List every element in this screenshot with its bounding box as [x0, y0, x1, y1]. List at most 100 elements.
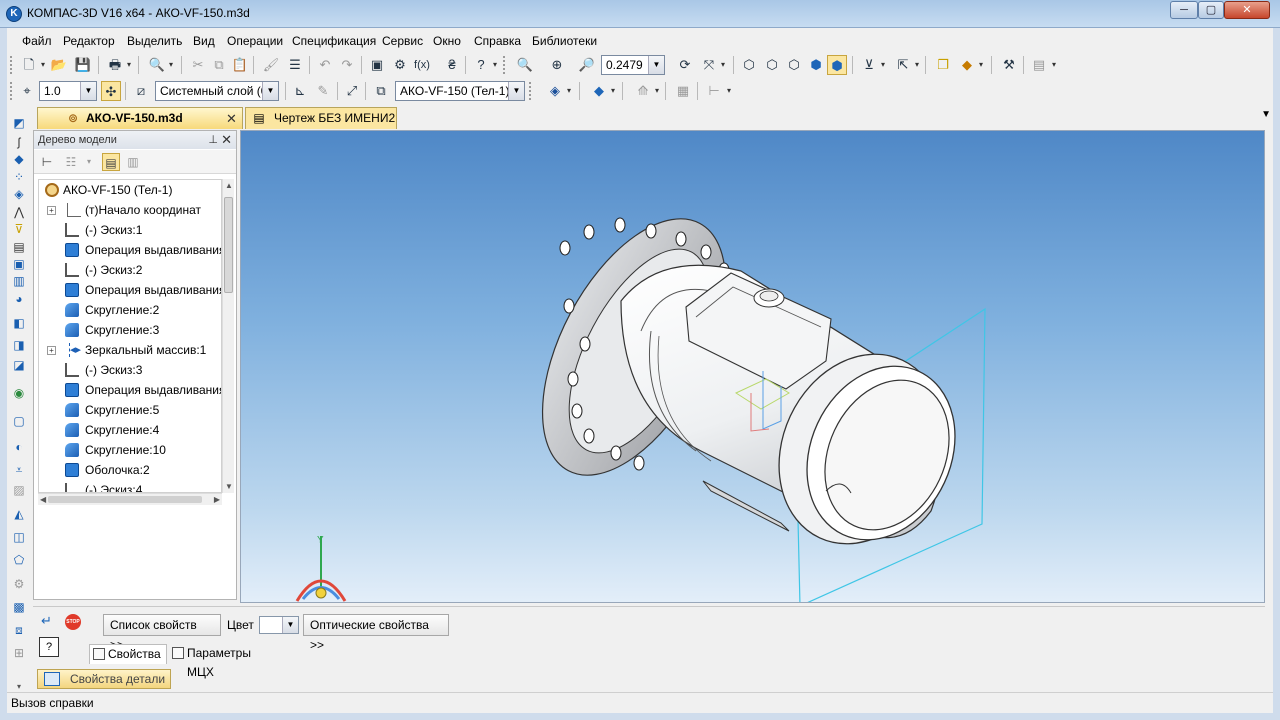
scroll-up-icon[interactable]: ▲: [225, 181, 233, 190]
chevron-down-icon[interactable]: ▼: [648, 56, 664, 74]
tree-horizontal-scrollbar[interactable]: ◀ ▶: [38, 493, 222, 505]
menu-view[interactable]: Вид: [193, 34, 215, 48]
properties-list-icon[interactable]: ☰: [285, 55, 305, 75]
snap-icon[interactable]: ✣: [101, 81, 121, 101]
expand-icon[interactable]: +: [47, 206, 56, 215]
rib-icon[interactable]: ⬠: [10, 551, 28, 569]
layer-icon[interactable]: ⧄: [131, 81, 151, 101]
tree-view-icon[interactable]: ☷: [62, 153, 80, 171]
chevron-down-icon[interactable]: ▾: [491, 55, 499, 75]
zoom-scale-combo[interactable]: 0.2479 ▼: [601, 55, 665, 75]
zoom-icon[interactable]: 🔎: [577, 55, 597, 75]
chevron-down-icon[interactable]: ▾: [125, 55, 133, 75]
filter-icon[interactable]: ⊻: [859, 55, 879, 75]
tab-mass-properties[interactable]: Параметры МЦХ: [169, 644, 279, 679]
chevron-down-icon[interactable]: ▾: [879, 55, 887, 75]
tree-vertical-scrollbar[interactable]: ▲ ▼: [222, 179, 234, 493]
spline-icon[interactable]: ʃ: [10, 133, 28, 151]
chevron-down-icon[interactable]: ▾: [725, 81, 733, 101]
filter-icon[interactable]: ⊽: [10, 220, 28, 238]
selection-icon[interactable]: ⇱: [893, 55, 913, 75]
halftone-icon[interactable]: ⬢: [806, 55, 826, 75]
model-3d-view[interactable]: Y: [241, 131, 1265, 603]
halftone-edges-icon[interactable]: ⬢: [827, 55, 847, 75]
print-icon[interactable]: 🖶: [105, 55, 125, 75]
tree-item[interactable]: Скругление:2: [39, 300, 221, 320]
tree-sort-icon[interactable]: ▥: [124, 153, 142, 171]
sketch-mode-icon[interactable]: ✎: [313, 81, 333, 101]
undo-icon[interactable]: ↶: [315, 55, 335, 75]
toolbar-grip[interactable]: [503, 56, 507, 74]
hole-icon[interactable]: ◪: [10, 356, 28, 374]
mate-icon[interactable]: ⧈: [10, 621, 28, 639]
pin-icon[interactable]: ⊥: [208, 131, 218, 149]
new-document-icon[interactable]: 🗋: [19, 55, 39, 75]
chevron-down-icon[interactable]: ▾: [719, 55, 727, 75]
tab-drawing-document[interactable]: ▤ Чертеж БЕЗ ИМЕНИ2: [245, 107, 397, 129]
save-icon[interactable]: 💾: [73, 55, 93, 75]
array-icon[interactable]: ⁘: [10, 168, 28, 186]
scroll-right-icon[interactable]: ▶: [214, 495, 220, 504]
chevron-down-icon[interactable]: ▾: [609, 81, 617, 101]
view-sides-icon[interactable]: ◈: [545, 81, 565, 101]
menu-service[interactable]: Сервис: [382, 34, 423, 48]
tree-item[interactable]: Операция выдавливания: [39, 280, 221, 300]
tree-item[interactable]: + (т)Начало координат: [39, 200, 221, 220]
scroll-thumb[interactable]: [48, 496, 202, 503]
expand-icon[interactable]: +: [47, 346, 56, 355]
toolbar-grip[interactable]: [10, 82, 14, 100]
redo-icon[interactable]: ↷: [337, 55, 357, 75]
step-cursor-icon[interactable]: ⌖: [17, 81, 37, 101]
tree-item[interactable]: Скругление:5: [39, 400, 221, 420]
tree-item[interactable]: (-) Эскиз:4: [39, 480, 221, 492]
report-icon[interactable]: ▣: [10, 255, 28, 273]
calculator-icon[interactable]: ₴: [442, 55, 462, 75]
tree-item[interactable]: Оболочка:2: [39, 460, 221, 480]
wireframe-icon[interactable]: ⬡: [739, 55, 759, 75]
maximize-button[interactable]: ▢: [1198, 1, 1224, 19]
copy-icon[interactable]: ⧉: [209, 55, 229, 75]
cut-icon[interactable]: ✂: [188, 55, 208, 75]
loft-icon[interactable]: ◭: [10, 505, 28, 523]
surface-icon[interactable]: ◉: [10, 384, 28, 402]
measure-icon[interactable]: ▥: [10, 272, 28, 290]
table-icon[interactable]: ▤: [1029, 55, 1049, 75]
tree-list-icon[interactable]: ▤: [102, 153, 120, 171]
edit-component-icon[interactable]: ⤢: [342, 81, 362, 101]
section-plane-icon[interactable]: ◆: [589, 81, 609, 101]
menu-file[interactable]: Файл: [22, 34, 52, 48]
properties-list-button[interactable]: Список свойств >>: [103, 614, 221, 652]
chevron-down-icon[interactable]: ▼: [80, 82, 96, 100]
shell-icon[interactable]: ◫: [10, 528, 28, 546]
manager-icon[interactable]: ▣: [367, 55, 387, 75]
enter-arrow-icon[interactable]: ↵: [41, 613, 52, 629]
weld-icon[interactable]: ⩡: [10, 461, 28, 479]
curve-icon[interactable]: ⋀: [10, 203, 28, 221]
tree-item[interactable]: Скругление:3: [39, 320, 221, 340]
measure-icon[interactable]: ⚒: [999, 55, 1019, 75]
sheet-metal-icon[interactable]: ◐: [10, 438, 28, 456]
stop-icon[interactable]: STOP: [65, 614, 81, 630]
chevron-down-icon[interactable]: ▾: [39, 55, 47, 75]
paste-icon[interactable]: 📋: [230, 55, 250, 75]
close-icon[interactable]: ✕: [221, 131, 232, 149]
chevron-down-icon[interactable]: ▾: [80, 153, 98, 171]
cut-extrude-icon[interactable]: ◨: [10, 336, 28, 354]
mold-icon[interactable]: ▨: [10, 481, 28, 499]
assembly-icon[interactable]: ▩: [10, 598, 28, 616]
color-picker[interactable]: ▼: [259, 616, 299, 634]
model-viewport[interactable]: Y: [240, 130, 1265, 603]
zoom-window-icon[interactable]: 🔍: [515, 55, 535, 75]
menu-window[interactable]: Окно: [433, 34, 461, 48]
hidden-lines-icon[interactable]: ⬡: [762, 55, 782, 75]
help-pointer-icon[interactable]: ?: [471, 55, 491, 75]
dimensions-icon[interactable]: ⊢: [704, 81, 724, 101]
tree-item[interactable]: Операция выдавливания: [39, 380, 221, 400]
tree-item[interactable]: (-) Эскиз:3: [39, 360, 221, 380]
chevron-down-icon[interactable]: ▾: [565, 81, 573, 101]
color-icon[interactable]: ◆: [957, 55, 977, 75]
tree-item[interactable]: Операция выдавливания: [39, 240, 221, 260]
chevron-down-icon[interactable]: ▾: [1050, 55, 1058, 75]
orientation-axes-icon[interactable]: ⊾: [290, 81, 310, 101]
tree-item[interactable]: + ◂▸ Зеркальный массив:1: [39, 340, 221, 360]
